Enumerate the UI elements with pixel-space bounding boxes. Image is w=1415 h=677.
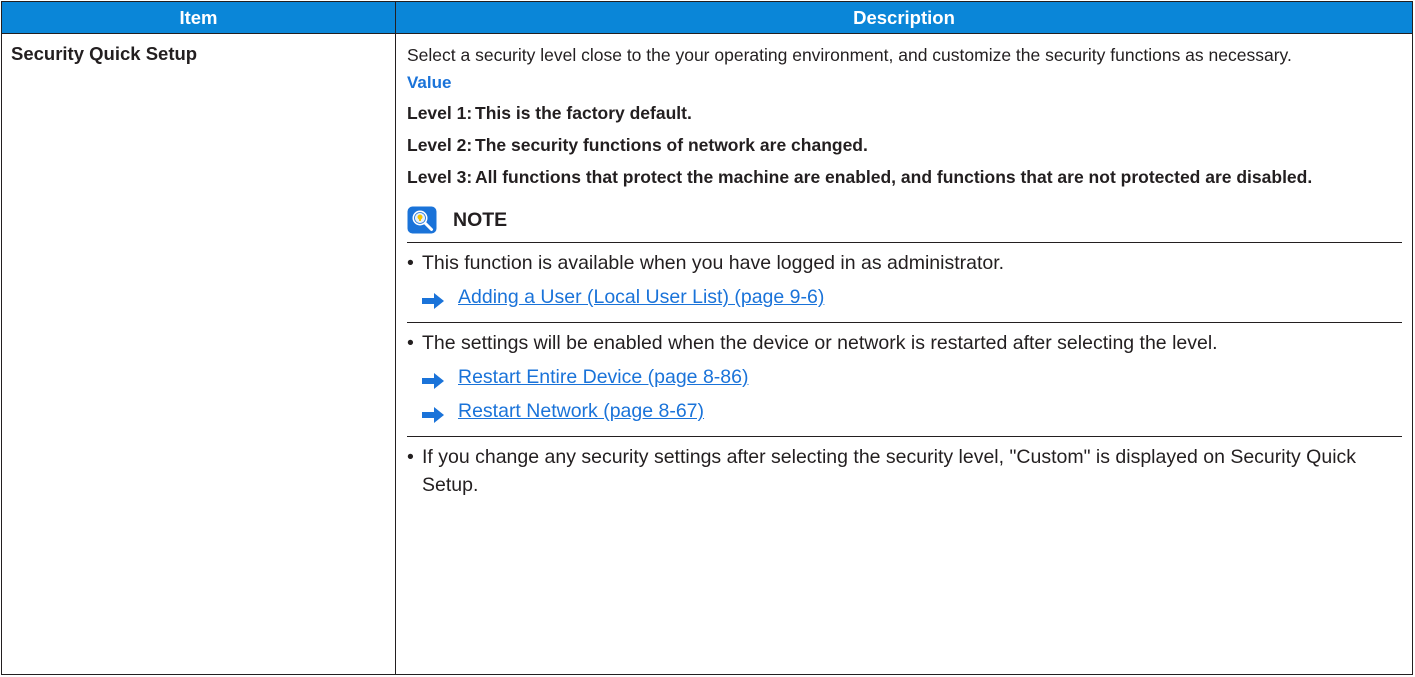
header-row: Item Description	[1, 1, 1413, 34]
bullet-dot: •	[407, 252, 414, 274]
level-item: Level 2: The security functions of netwo…	[407, 133, 1402, 157]
table-row: Security Quick Setup Select a security l…	[1, 33, 1413, 675]
reference-link-row[interactable]: Restart Network (page 8-67)	[422, 397, 1402, 425]
level-item: Level 1: This is the factory default.	[407, 101, 1402, 125]
arrow-right-icon	[422, 403, 444, 423]
reference-link[interactable]: Restart Network (page 8-67)	[458, 397, 704, 425]
level-text: The security functions of network are ch…	[475, 135, 868, 155]
settings-table: Item Description Security Quick Setup Se…	[1, 1, 1413, 675]
arrow-right-icon	[422, 289, 444, 309]
item-name: Security Quick Setup	[11, 43, 198, 64]
reference-link[interactable]: Restart Entire Device (page 8-86)	[458, 363, 748, 391]
level-key: Level 1:	[407, 103, 473, 123]
note-bullet: • This function is available when you ha…	[407, 243, 1402, 316]
description-intro: Select a security level close to the you…	[407, 45, 1292, 65]
level-key: Level 2:	[407, 135, 473, 155]
level-text: All functions that protect the machine a…	[475, 167, 1313, 187]
bullet-dot: •	[407, 446, 414, 468]
reference-link-row[interactable]: Restart Entire Device (page 8-86)	[422, 363, 1402, 391]
value-heading: Value	[407, 73, 452, 92]
item-cell: Security Quick Setup	[1, 33, 396, 675]
level-key: Level 3:	[407, 167, 473, 187]
note-title: NOTE	[453, 208, 508, 231]
note-bullet: • The settings will be enabled when the …	[407, 323, 1402, 430]
reference-link[interactable]: Adding a User (Local User List) (page 9-…	[458, 283, 824, 311]
bullet-text: This function is available when you have…	[422, 252, 1005, 274]
bullet-dot: •	[407, 332, 414, 354]
note-bullet: • If you change any security settings af…	[407, 437, 1402, 504]
reference-link-row[interactable]: Adding a User (Local User List) (page 9-…	[422, 283, 1402, 311]
arrow-right-icon	[422, 369, 444, 389]
header-item: Item	[1, 1, 396, 34]
level-item: Level 3: All functions that protect the …	[407, 165, 1402, 189]
lightbulb-magnifier-icon	[407, 206, 437, 234]
note-header: NOTE	[407, 204, 1402, 236]
description-cell: Select a security level close to the you…	[395, 33, 1413, 675]
bullet-text: The settings will be enabled when the de…	[422, 332, 1218, 354]
bullet-text: If you change any security settings afte…	[422, 446, 1357, 496]
level-text: This is the factory default.	[475, 103, 692, 123]
header-description: Description	[395, 1, 1413, 34]
